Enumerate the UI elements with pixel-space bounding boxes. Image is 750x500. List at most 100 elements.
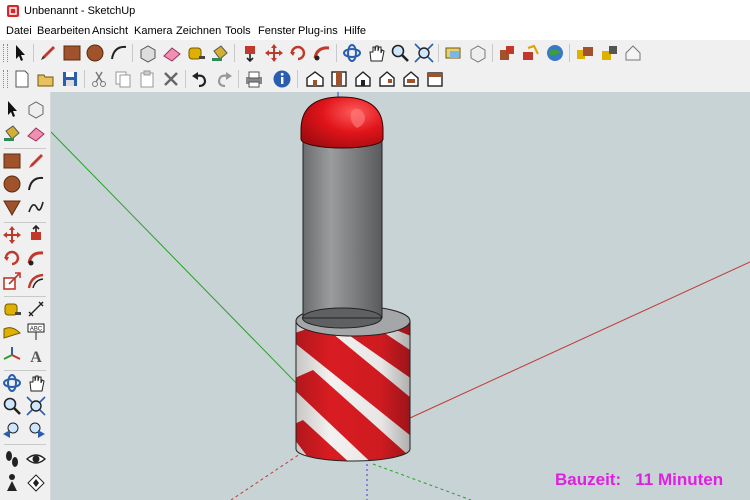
- striped-base-cylinder: [295, 305, 411, 462]
- axes-icon[interactable]: [1, 344, 23, 366]
- zoom-extents-icon[interactable]: [413, 42, 435, 64]
- rotate-icon[interactable]: [287, 42, 309, 64]
- walk-icon[interactable]: [1, 448, 23, 470]
- model-scene: [51, 92, 750, 500]
- toolbar-separator: [297, 70, 298, 88]
- eraser-icon[interactable]: [161, 42, 183, 64]
- move-icon[interactable]: [263, 42, 285, 64]
- left-tool-palette: ABC A: [0, 92, 51, 500]
- polygon-icon[interactable]: [1, 196, 23, 218]
- protractor-icon[interactable]: [1, 321, 23, 343]
- zoom-window-icon[interactable]: [25, 395, 47, 417]
- menu-kamera[interactable]: Kamera: [134, 25, 173, 37]
- circle-icon[interactable]: [1, 173, 23, 195]
- component-window-icon[interactable]: [496, 42, 518, 64]
- select-icon[interactable]: [1, 98, 23, 120]
- section-plane-icon[interactable]: [25, 472, 47, 494]
- menu-datei[interactable]: Datei: [6, 25, 32, 37]
- dimension-icon[interactable]: [25, 298, 47, 320]
- tape-measure-icon[interactable]: [1, 298, 23, 320]
- delete-icon[interactable]: [160, 68, 182, 90]
- scale-icon[interactable]: [1, 270, 23, 292]
- menu-bearbeiten[interactable]: Bearbeiten: [37, 25, 90, 37]
- house-shape-icon[interactable]: [622, 42, 644, 64]
- menu-plugins[interactable]: Plug-ins: [298, 25, 338, 37]
- circle-icon[interactable]: [84, 42, 106, 64]
- toolbar-grip[interactable]: [3, 70, 8, 88]
- eraser-icon[interactable]: [25, 122, 47, 144]
- push-pull-icon[interactable]: [239, 42, 261, 64]
- toolbar-separator: [185, 70, 186, 88]
- menu-tools[interactable]: Tools: [225, 25, 251, 37]
- pan-icon[interactable]: [25, 372, 47, 394]
- orbit-icon[interactable]: [1, 372, 23, 394]
- toolbar-grip[interactable]: [3, 44, 8, 62]
- zoom-icon[interactable]: [389, 42, 411, 64]
- rectangle-icon[interactable]: [61, 42, 83, 64]
- open-file-icon[interactable]: [35, 68, 57, 90]
- follow-me-icon[interactable]: [311, 42, 333, 64]
- 3d-text-icon[interactable]: A: [25, 344, 47, 366]
- arc-icon[interactable]: [25, 173, 47, 195]
- offset-icon[interactable]: [25, 270, 47, 292]
- toolbar-separator: [84, 70, 85, 88]
- undo-icon[interactable]: [189, 68, 211, 90]
- get-models-icon[interactable]: [443, 42, 465, 64]
- previous-view-icon[interactable]: [1, 418, 23, 440]
- cut-icon[interactable]: [88, 68, 110, 90]
- position-camera-icon[interactable]: [1, 472, 23, 494]
- move-icon[interactable]: [1, 224, 23, 246]
- front-view-icon[interactable]: [352, 68, 374, 90]
- redo-icon[interactable]: [213, 68, 235, 90]
- zoom-icon[interactable]: [1, 395, 23, 417]
- print-icon[interactable]: [243, 68, 265, 90]
- menu-bar: Datei Bearbeiten Ansicht Kamera Zeichnen…: [0, 22, 750, 40]
- red-dome-cap: [300, 96, 384, 149]
- toolbar-separator: [33, 44, 34, 62]
- follow-me-icon[interactable]: [25, 247, 47, 269]
- tape-measure-icon[interactable]: [185, 42, 207, 64]
- menu-ansicht[interactable]: Ansicht: [92, 25, 128, 37]
- palette-separator: [4, 444, 46, 445]
- green-axis-dashed: [372, 463, 472, 500]
- look-around-icon[interactable]: [25, 448, 47, 470]
- make-component-icon[interactable]: [25, 98, 47, 120]
- google-earth-icon[interactable]: [520, 42, 542, 64]
- orbit-icon[interactable]: [341, 42, 363, 64]
- right-view-icon[interactable]: [376, 68, 398, 90]
- back-view-icon[interactable]: [400, 68, 422, 90]
- warehouse-icon[interactable]: [574, 42, 596, 64]
- drawing-viewport[interactable]: Bauzeit: 11 Minuten: [51, 92, 750, 500]
- paint-bucket-icon[interactable]: [209, 42, 231, 64]
- menu-hilfe[interactable]: Hilfe: [344, 25, 366, 37]
- push-pull-icon[interactable]: [25, 224, 47, 246]
- svg-text:ABC: ABC: [30, 327, 43, 333]
- new-file-icon[interactable]: [11, 68, 33, 90]
- rectangle-icon[interactable]: [1, 150, 23, 172]
- select-icon[interactable]: [9, 42, 31, 64]
- pencil-line-icon[interactable]: [37, 42, 59, 64]
- model-info-icon[interactable]: [271, 68, 293, 90]
- paint-bucket-icon[interactable]: [1, 122, 23, 144]
- line-icon[interactable]: [25, 150, 47, 172]
- photo-textures-icon[interactable]: [544, 42, 566, 64]
- save-icon[interactable]: [59, 68, 81, 90]
- left-view-icon[interactable]: [424, 68, 446, 90]
- rotate-icon[interactable]: [1, 247, 23, 269]
- next-view-icon[interactable]: [25, 418, 47, 440]
- freehand-icon[interactable]: [25, 196, 47, 218]
- arc-icon[interactable]: [108, 42, 130, 64]
- share-model-icon[interactable]: [467, 42, 489, 64]
- toolbar-separator: [569, 44, 570, 62]
- menu-fenster[interactable]: Fenster: [258, 25, 295, 37]
- component-icon[interactable]: [137, 42, 159, 64]
- text-icon[interactable]: ABC: [25, 321, 47, 343]
- extension-icon[interactable]: [598, 42, 620, 64]
- top-view-icon[interactable]: [328, 68, 350, 90]
- copy-icon[interactable]: [112, 68, 134, 90]
- pan-icon[interactable]: [365, 42, 387, 64]
- iso-view-icon[interactable]: [304, 68, 326, 90]
- menu-zeichnen[interactable]: Zeichnen: [176, 25, 221, 37]
- green-axis: [51, 131, 304, 391]
- paste-icon[interactable]: [136, 68, 158, 90]
